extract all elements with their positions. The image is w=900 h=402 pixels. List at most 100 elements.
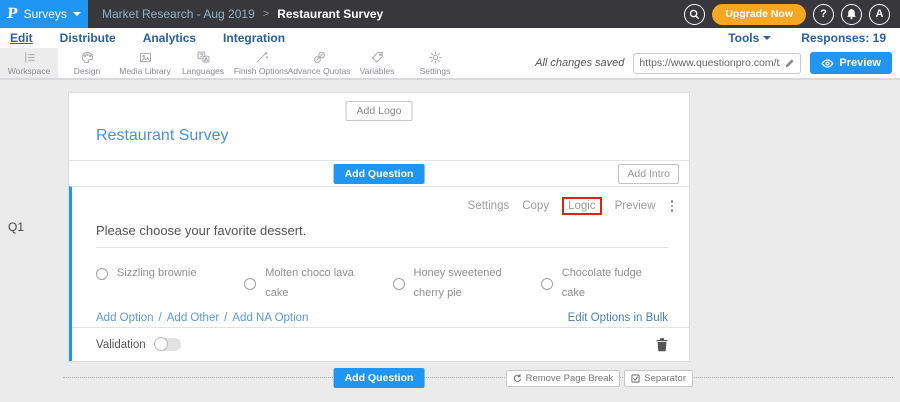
media-library-icon xyxy=(138,50,153,65)
ribbon-item-media-library[interactable]: Media Library xyxy=(116,48,174,78)
search-button[interactable] xyxy=(684,4,705,25)
question-toolbar: Settings Copy Logic Preview xyxy=(468,197,675,215)
toggle-knob xyxy=(154,337,168,351)
breadcrumb-current: Restaurant Survey xyxy=(277,7,383,21)
link-separator: / xyxy=(159,312,162,324)
questionpro-logo-icon: P xyxy=(6,6,18,22)
search-icon xyxy=(689,9,700,20)
app-window: P Surveys Market Research - Aug 2019 > R… xyxy=(0,0,900,402)
menu-items: Edit Distribute Analytics Integration xyxy=(10,31,285,45)
finish-options-icon xyxy=(254,50,269,65)
add-option-links: Add Option / Add Other / Add NA Option xyxy=(96,312,308,324)
add-question-button-bottom[interactable]: Add Question xyxy=(334,368,425,388)
radio-button-icon[interactable] xyxy=(393,278,405,290)
preview-button[interactable]: Preview xyxy=(810,52,892,74)
settings-icon xyxy=(428,50,443,65)
top-bar: P Surveys Market Research - Aug 2019 > R… xyxy=(0,0,900,28)
validation-row: Validation xyxy=(72,327,689,361)
question-number-label: Q1 xyxy=(8,220,24,234)
eye-icon xyxy=(821,59,834,68)
pencil-icon xyxy=(784,58,795,69)
add-na-option-link[interactable]: Add NA Option xyxy=(232,312,308,324)
ribbon-item-workspace[interactable]: Workspace xyxy=(0,48,58,78)
question-text[interactable]: Please choose your favorite dessert. xyxy=(96,223,668,248)
survey-title[interactable]: Restaurant Survey xyxy=(96,127,229,145)
bell-icon xyxy=(846,8,857,20)
validation-label: Validation xyxy=(96,339,146,351)
topbar-actions: Upgrade Now ? A xyxy=(684,4,890,25)
design-icon xyxy=(80,50,95,65)
ribbon-toolbar: Workspace Design Media Library Languages… xyxy=(0,48,900,80)
upgrade-now-button[interactable]: Upgrade Now xyxy=(712,4,806,25)
responses-count[interactable]: Responses: 19 xyxy=(801,31,886,45)
survey-url-box xyxy=(633,53,801,74)
trash-icon xyxy=(655,337,669,352)
radio-button-icon[interactable] xyxy=(244,278,256,290)
validation-control: Validation xyxy=(96,338,181,351)
answer-option-4[interactable]: Chocolate fudge cake xyxy=(541,264,689,304)
kebab-menu-icon[interactable] xyxy=(669,198,676,214)
remove-page-break-button[interactable]: Remove Page Break xyxy=(506,370,621,387)
ribbon-item-finish-options[interactable]: Finish Options xyxy=(232,48,290,78)
refresh-icon xyxy=(513,374,522,383)
help-button[interactable]: ? xyxy=(813,4,834,25)
ribbon-item-design[interactable]: Design xyxy=(58,48,116,78)
menu-bar: Edit Distribute Analytics Integration To… xyxy=(0,28,900,48)
workspace-icon xyxy=(22,50,37,65)
answer-option-3[interactable]: Honey sweetened cherry pie xyxy=(393,264,541,304)
notifications-button[interactable] xyxy=(841,4,862,25)
page-break-row: Add Question Remove Page Break Separator xyxy=(63,368,893,386)
breadcrumb-parent[interactable]: Market Research - Aug 2019 xyxy=(102,7,255,21)
option-links-row: Add Option / Add Other / Add NA Option E… xyxy=(96,312,668,324)
languages-icon xyxy=(196,50,211,65)
menu-item-distribute[interactable]: Distribute xyxy=(60,31,116,45)
menu-item-edit[interactable]: Edit xyxy=(10,31,33,45)
product-label: Surveys xyxy=(24,7,67,21)
question-copy-button[interactable]: Copy xyxy=(522,200,549,212)
question-logic-button[interactable]: Logic xyxy=(562,197,602,215)
ribbon-item-variables[interactable]: Variables xyxy=(348,48,406,78)
answer-options: Sizzling brownie Molten choco lava cake … xyxy=(96,264,689,304)
answer-option-1[interactable]: Sizzling brownie xyxy=(96,264,244,284)
autosave-status: All changes saved xyxy=(535,57,624,69)
page-break-controls: Remove Page Break Separator xyxy=(506,370,693,387)
answer-option-2[interactable]: Molten choco lava cake xyxy=(244,264,392,304)
surveys-menu-button[interactable]: P Surveys xyxy=(0,0,88,28)
menu-item-integration[interactable]: Integration xyxy=(223,31,285,45)
advance-quotas-icon xyxy=(312,50,327,65)
add-question-row: Add Question Add Intro xyxy=(69,160,689,186)
survey-url-input[interactable] xyxy=(634,57,780,69)
question-preview-button[interactable]: Preview xyxy=(615,200,656,212)
menubar-right: Tools Responses: 19 xyxy=(728,31,886,45)
ribbon-item-languages[interactable]: Languages xyxy=(174,48,232,78)
radio-button-icon[interactable] xyxy=(96,268,108,280)
account-avatar[interactable]: A xyxy=(869,4,890,25)
checkbox-checked-icon xyxy=(631,374,640,383)
question-block: Settings Copy Logic Preview Please choos… xyxy=(69,186,689,361)
survey-header-section: Add Logo Restaurant Survey xyxy=(69,93,689,160)
validation-toggle[interactable] xyxy=(154,338,181,351)
tools-label: Tools xyxy=(728,31,759,45)
survey-canvas: Q1 Add Logo Restaurant Survey Add Questi… xyxy=(0,80,900,400)
add-option-link[interactable]: Add Option xyxy=(96,312,154,324)
ribbon-item-advance-quotas[interactable]: Advance Quotas xyxy=(290,48,348,78)
menu-item-analytics[interactable]: Analytics xyxy=(143,31,196,45)
add-question-button-top[interactable]: Add Question xyxy=(334,164,425,184)
edit-url-button[interactable] xyxy=(780,58,798,69)
ribbon-right: All changes saved Preview xyxy=(535,48,892,78)
radio-button-icon[interactable] xyxy=(541,278,553,290)
variables-icon xyxy=(370,50,385,65)
separator-toggle-button[interactable]: Separator xyxy=(624,370,693,387)
add-other-link[interactable]: Add Other xyxy=(167,312,219,324)
edit-options-in-bulk-link[interactable]: Edit Options in Bulk xyxy=(568,312,668,324)
survey-card: Add Logo Restaurant Survey Add Question … xyxy=(68,92,690,362)
add-logo-button[interactable]: Add Logo xyxy=(346,101,413,121)
question-settings-button[interactable]: Settings xyxy=(468,200,510,212)
tools-dropdown[interactable]: Tools xyxy=(728,31,771,45)
caret-down-icon xyxy=(763,36,771,40)
delete-question-button[interactable] xyxy=(655,337,669,352)
breadcrumb: Market Research - Aug 2019 > Restaurant … xyxy=(102,7,383,21)
add-intro-button[interactable]: Add Intro xyxy=(618,164,679,184)
ribbon-item-settings[interactable]: Settings xyxy=(406,48,464,78)
caret-down-icon xyxy=(73,12,81,16)
